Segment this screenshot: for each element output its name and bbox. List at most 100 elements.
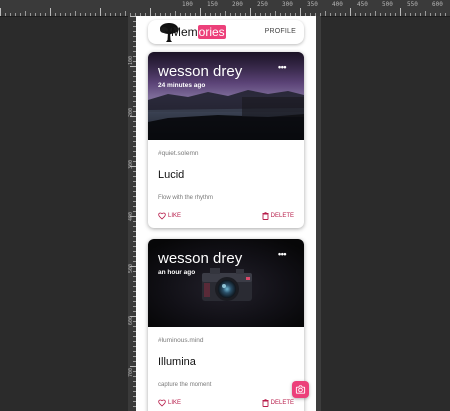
ruler-label: 500 xyxy=(382,1,393,8)
brand-highlight: ories xyxy=(197,25,226,39)
post-message: capture the moment xyxy=(158,382,212,388)
ruler-tick xyxy=(390,13,391,16)
ruler-tick xyxy=(80,13,81,16)
ruler-tick xyxy=(45,13,46,16)
ruler-tick xyxy=(445,13,446,16)
ruler-label: 400 xyxy=(128,212,134,222)
ruler-label: 250 xyxy=(257,1,268,8)
ruler-label: 200 xyxy=(232,1,243,8)
ruler-tick xyxy=(360,13,361,16)
ruler-tick xyxy=(385,13,386,16)
ruler-tick xyxy=(410,13,411,16)
ruler-tick xyxy=(125,11,126,16)
ruler-tick xyxy=(5,13,6,16)
like-label: LIKE xyxy=(168,400,182,406)
ruler-tick xyxy=(20,13,21,16)
ruler-tick xyxy=(405,13,406,16)
ruler-label: 500 xyxy=(128,264,134,274)
ruler-tick xyxy=(300,8,301,16)
ruler-label: 100 xyxy=(182,1,193,8)
ruler-tick xyxy=(375,11,376,16)
memory-card: wesson drey 24 minutes ago ••• #quiet.so… xyxy=(148,52,304,228)
profile-button[interactable]: PROFILE xyxy=(265,28,296,35)
delete-button[interactable]: DELETE xyxy=(262,212,294,220)
trash-icon xyxy=(262,399,269,407)
ruler-tick xyxy=(115,13,116,16)
ruler-tick xyxy=(250,8,251,16)
ruler-label: 300 xyxy=(128,160,134,170)
trash-icon xyxy=(262,212,269,220)
ruler-label: 450 xyxy=(357,1,368,8)
ruler-tick xyxy=(90,13,91,16)
ruler-tick xyxy=(85,13,86,16)
ruler-tick xyxy=(55,13,56,16)
post-message: Flow with the rhythm xyxy=(158,195,214,201)
ruler-tick xyxy=(425,11,426,16)
ruler-tick xyxy=(420,13,421,16)
ruler-tick xyxy=(0,8,1,16)
ruler-tick xyxy=(60,13,61,16)
ruler-tick xyxy=(355,13,356,16)
more-options-icon[interactable]: ••• xyxy=(278,249,286,259)
ruler-tick xyxy=(105,13,106,16)
more-options-icon[interactable]: ••• xyxy=(278,62,286,72)
delete-button[interactable]: DELETE xyxy=(262,399,294,407)
ruler-tick xyxy=(435,13,436,16)
ruler-tick xyxy=(350,8,351,16)
ruler-tick xyxy=(380,13,381,16)
ruler-tick xyxy=(100,8,101,16)
ruler-label: 550 xyxy=(407,1,418,8)
app-bar: Memories PROFILE xyxy=(148,20,304,44)
delete-label: DELETE xyxy=(270,400,294,406)
like-button[interactable]: LIKE xyxy=(158,399,181,407)
ruler-tick xyxy=(75,11,76,16)
ruler-tick xyxy=(40,13,41,16)
camera-icon xyxy=(295,385,306,394)
like-label: LIKE xyxy=(168,213,182,219)
ruler-tick xyxy=(15,13,16,16)
post-title: Illumina xyxy=(158,356,196,368)
post-time: 24 minutes ago xyxy=(158,82,206,89)
ruler-tick xyxy=(110,13,111,16)
ruler-tick xyxy=(415,13,416,16)
app-viewport: Memories PROFILE wesson drey 24 minutes … xyxy=(136,16,316,411)
ruler-tick xyxy=(120,13,121,16)
ruler-tick xyxy=(340,13,341,16)
ruler-tick xyxy=(65,13,66,16)
ruler-tick xyxy=(400,8,401,16)
post-author: wesson drey xyxy=(158,63,243,80)
brand-prefix: Mem xyxy=(171,25,198,39)
ruler-label: 100 xyxy=(128,56,134,66)
add-memory-button[interactable] xyxy=(292,381,309,398)
app-brand[interactable]: Memories xyxy=(171,25,226,39)
ruler-tick xyxy=(370,13,371,16)
ruler-tick xyxy=(30,13,31,16)
ruler-label: 400 xyxy=(332,1,343,8)
ruler-tick xyxy=(430,13,431,16)
post-author: wesson drey xyxy=(158,250,243,267)
ruler-tick xyxy=(50,8,51,16)
ruler-top: 100 150 200 250 300 350 400 450 500 550 600 xyxy=(0,0,450,17)
ruler-label: 300 xyxy=(282,1,293,8)
ruler-tick xyxy=(330,13,331,16)
like-button[interactable]: LIKE xyxy=(158,212,181,220)
ruler-label: 600 xyxy=(128,316,134,326)
post-time: an hour ago xyxy=(158,269,196,276)
scrollbar[interactable] xyxy=(316,16,321,411)
ruler-tick xyxy=(150,8,151,16)
heart-outline-icon xyxy=(158,399,166,407)
post-tags: #luminous.mind xyxy=(158,337,204,344)
memory-card: wesson drey an hour ago ••• #luminous.mi… xyxy=(148,239,304,411)
ruler-tick xyxy=(365,13,366,16)
ruler-tick xyxy=(395,13,396,16)
post-title: Lucid xyxy=(158,169,185,181)
ruler-tick xyxy=(10,13,11,16)
ruler-tick xyxy=(345,13,346,16)
ruler-left: 100 200 300 400 500 600 700 xyxy=(128,16,136,411)
ruler-tick xyxy=(335,13,336,16)
ruler-label: 200 xyxy=(128,108,134,118)
post-tags: #quiet.solemn xyxy=(158,150,199,157)
ruler-tick xyxy=(325,11,326,16)
ruler-label: 150 xyxy=(207,1,218,8)
ruler-tick xyxy=(70,13,71,16)
